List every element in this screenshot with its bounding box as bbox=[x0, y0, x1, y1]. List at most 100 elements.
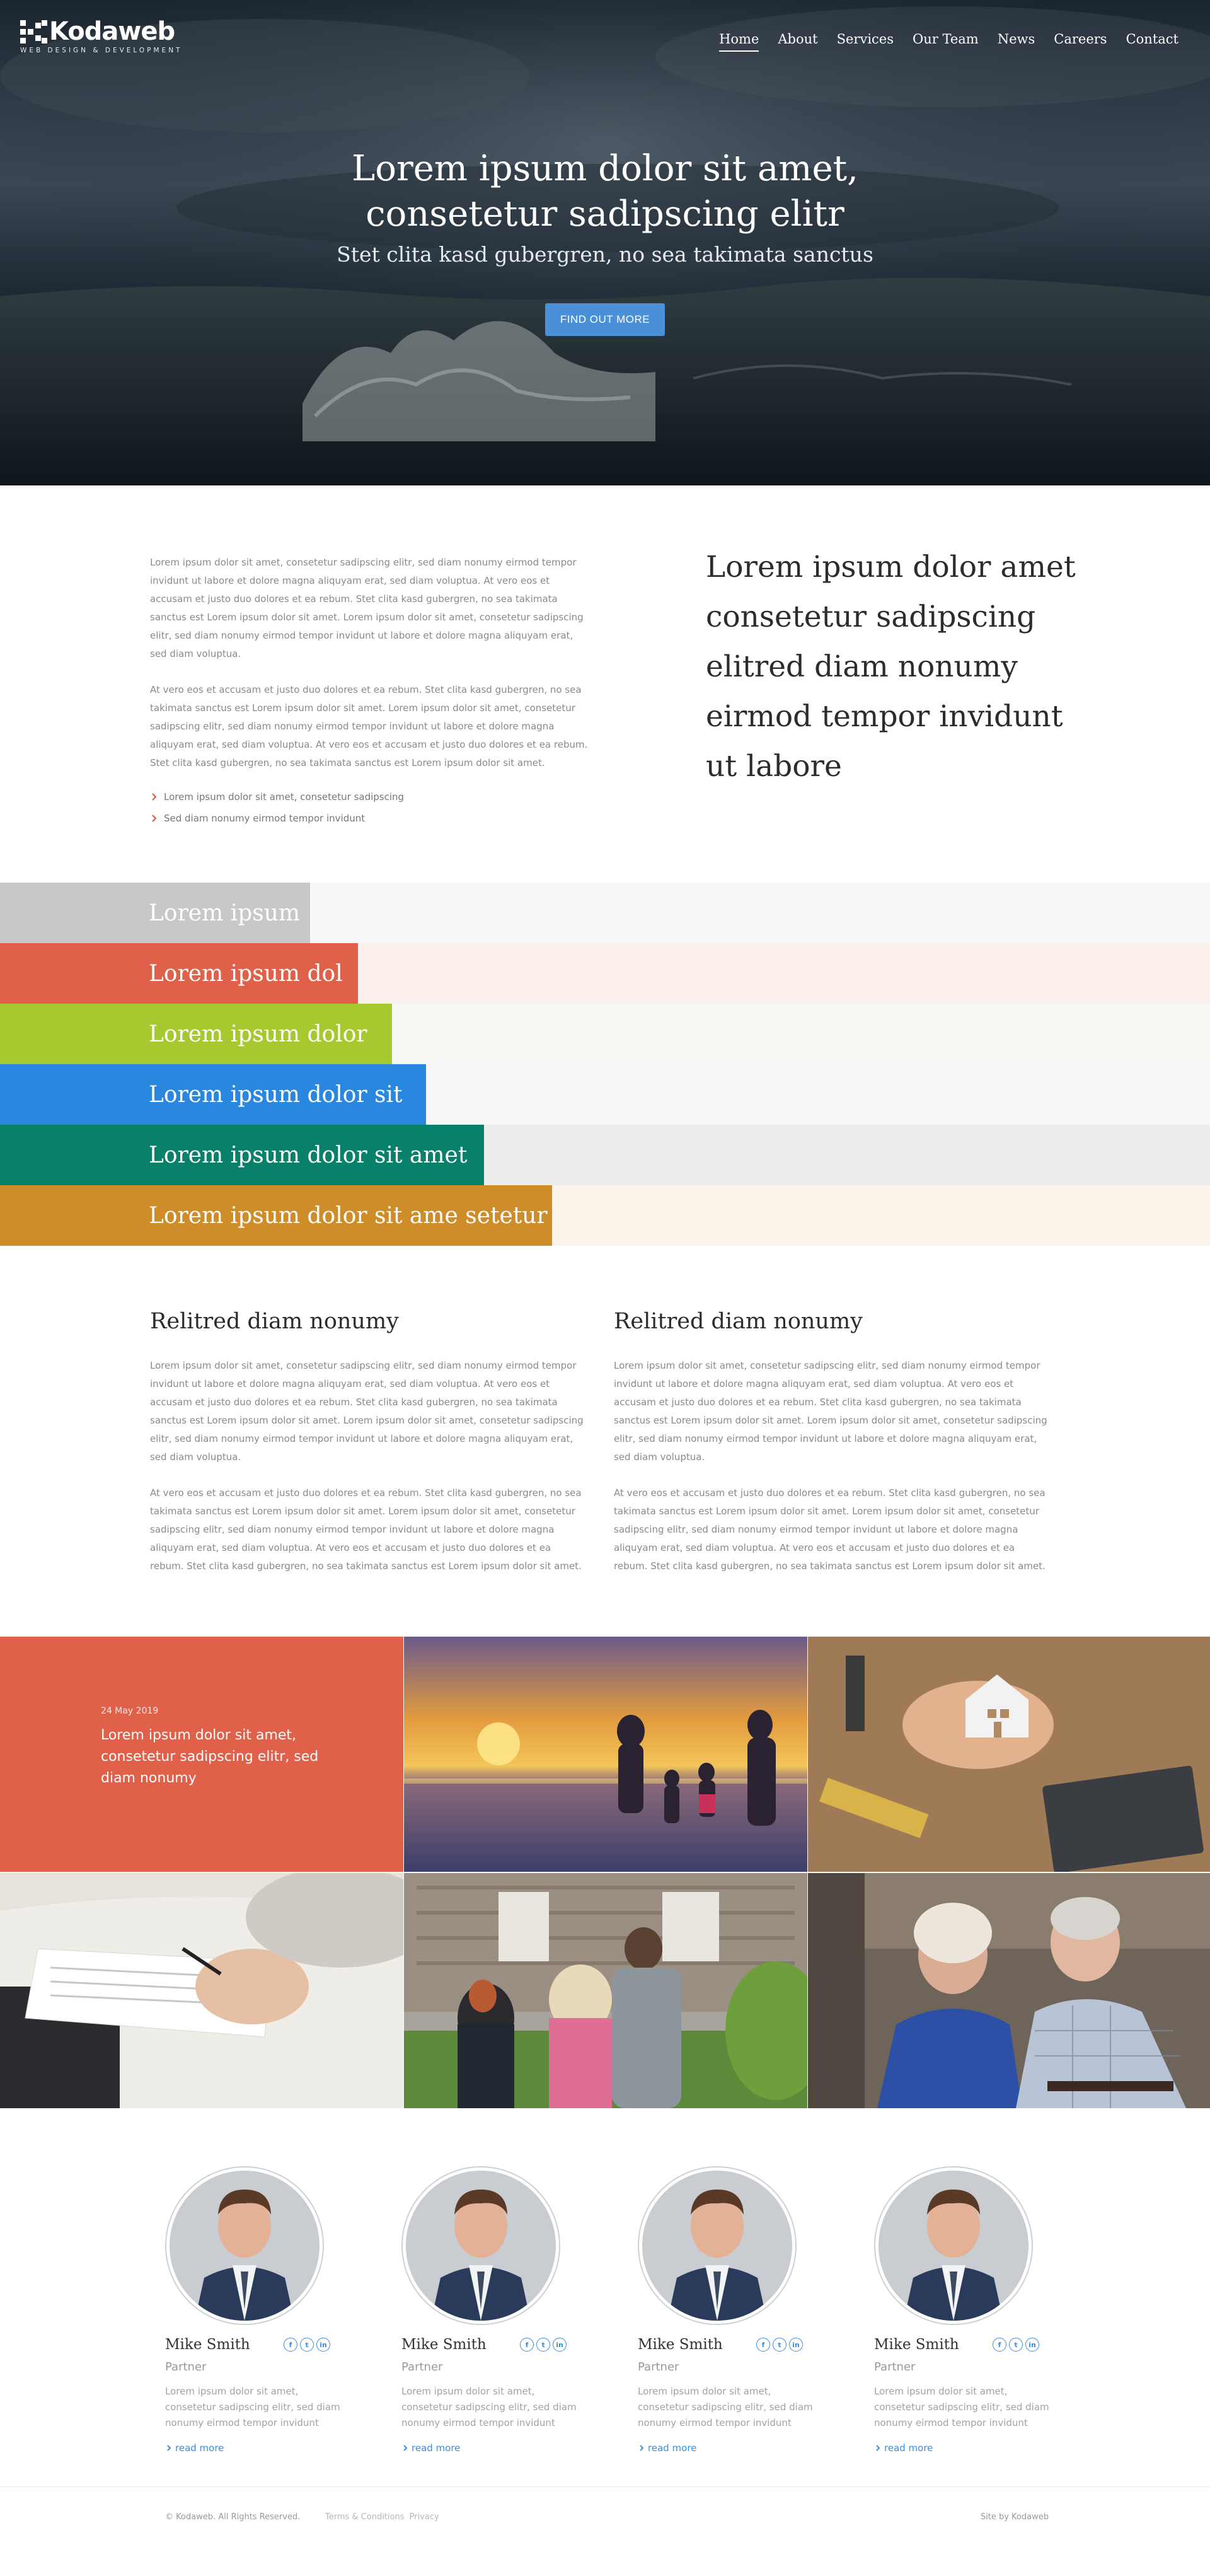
column-right: Relitred diam nonumy Lorem ipsum dolor s… bbox=[614, 1309, 1049, 1575]
column-heading: Relitred diam nonumy bbox=[150, 1309, 399, 1334]
footer-links: Terms & Conditions Privacy bbox=[325, 2512, 439, 2522]
bar-label: Lorem ipsum dolor sit ame setetur bbox=[149, 1202, 548, 1229]
linkedin-icon[interactable]: in bbox=[1025, 2338, 1039, 2352]
column-heading: Relitred diam nonumy bbox=[614, 1309, 863, 1334]
chevron-right-icon bbox=[152, 793, 157, 801]
read-more-label: read more bbox=[648, 2442, 697, 2454]
linkedin-icon[interactable]: in bbox=[553, 2338, 567, 2352]
column-left: Relitred diam nonumy Lorem ipsum dolor s… bbox=[150, 1309, 585, 1575]
find-out-more-button[interactable]: FIND OUT MORE bbox=[544, 303, 666, 336]
linkedin-icon[interactable]: in bbox=[789, 2338, 803, 2352]
intro-paragraph-1: Lorem ipsum dolor sit amet, consetetur s… bbox=[150, 557, 584, 659]
nav-item-careers[interactable]: Careers bbox=[1054, 32, 1107, 52]
member-name: Mike Smith bbox=[401, 2336, 487, 2353]
twitter-icon[interactable]: t bbox=[536, 2338, 550, 2352]
social-links: f t in bbox=[284, 2338, 330, 2352]
hero-title: Lorem ipsum dolor sit amet, consetetur s… bbox=[0, 146, 1210, 237]
intro-section: Lorem ipsum dolor sit amet, consetetur s… bbox=[0, 485, 1210, 883]
hero-section: Kodaweb WEB DESIGN & DEVELOPMENT Home Ab… bbox=[0, 0, 1210, 485]
member-bio: Lorem ipsum dolor sit amet, consetetur s… bbox=[401, 2386, 577, 2428]
read-more-link[interactable]: read more bbox=[638, 2442, 827, 2454]
social-links: f t in bbox=[520, 2338, 567, 2352]
facebook-icon[interactable]: f bbox=[520, 2338, 534, 2352]
person-portrait-image bbox=[879, 2171, 1028, 2321]
member-bio: Lorem ipsum dolor sit amet, consetetur s… bbox=[874, 2386, 1049, 2428]
list-item: Sed diam nonumy eirmod tempor invidunt bbox=[150, 808, 591, 829]
social-links: f t in bbox=[756, 2338, 803, 2352]
read-more-link[interactable]: read more bbox=[874, 2442, 1063, 2454]
team-member-card: Mike Smith f t in Partner Lorem ipsum do… bbox=[401, 2166, 591, 2454]
nav-item-services[interactable]: Services bbox=[837, 32, 894, 52]
bar-row-4: Lorem ipsum dolor sit bbox=[0, 1064, 1210, 1125]
member-role: Partner bbox=[638, 2360, 679, 2374]
column-paragraph-2: At vero eos et accusam et justo duo dolo… bbox=[150, 1487, 582, 1572]
read-more-link[interactable]: read more bbox=[165, 2442, 354, 2454]
site-credit[interactable]: Site by Kodaweb bbox=[981, 2512, 1049, 2522]
kodaweb-logo[interactable]: Kodaweb WEB DESIGN & DEVELOPMENT bbox=[20, 17, 197, 57]
news-tile[interactable]: 24 May 2019 Lorem ipsum dolor sit amet, … bbox=[0, 1637, 403, 1872]
member-name: Mike Smith bbox=[638, 2336, 723, 2353]
twitter-icon[interactable]: t bbox=[773, 2338, 786, 2352]
privacy-link[interactable]: Privacy bbox=[410, 2512, 439, 2522]
intro-text: Lorem ipsum dolor sit amet, consetetur s… bbox=[150, 554, 591, 829]
two-column-section: Relitred diam nonumy Lorem ipsum dolor s… bbox=[0, 1246, 1210, 1637]
terms-link[interactable]: Terms & Conditions bbox=[325, 2512, 405, 2522]
bar-row-6: Lorem ipsum dolor sit ame setetur bbox=[0, 1185, 1210, 1246]
news-date: 24 May 2019 bbox=[101, 1706, 159, 1716]
twitter-icon[interactable]: t bbox=[1009, 2338, 1023, 2352]
progress-bars-section: Lorem ipsum Lorem ipsum dol Lorem ipsum … bbox=[0, 883, 1210, 1246]
member-name: Mike Smith bbox=[165, 2336, 250, 2353]
team-section: Mike Smith f t in Partner Lorem ipsum do… bbox=[0, 2108, 1210, 2486]
gallery-image-house-keys[interactable] bbox=[808, 1637, 1210, 1872]
bar-label: Lorem ipsum dolor bbox=[149, 1021, 367, 1047]
chevron-right-icon bbox=[152, 815, 157, 822]
linkedin-icon[interactable]: in bbox=[316, 2338, 330, 2352]
person-portrait-image bbox=[406, 2171, 556, 2321]
hero-title-line-2: consetetur sadipscing elitr bbox=[366, 194, 844, 235]
facebook-icon[interactable]: f bbox=[756, 2338, 770, 2352]
bar-fill: Lorem ipsum dolor sit amet bbox=[0, 1125, 484, 1185]
site-footer: © Kodaweb. All Rights Reserved. Terms & … bbox=[0, 2486, 1210, 2542]
facebook-icon[interactable]: f bbox=[993, 2338, 1006, 2352]
person-portrait-image bbox=[642, 2171, 792, 2321]
gallery-image-signing[interactable] bbox=[0, 1873, 403, 2108]
nav-item-our-team[interactable]: Our Team bbox=[913, 32, 979, 52]
nav-item-contact[interactable]: Contact bbox=[1126, 32, 1178, 52]
bullet-text: Sed diam nonumy eirmod tempor invidunt bbox=[164, 813, 366, 824]
bar-fill: Lorem ipsum dol bbox=[0, 943, 358, 1004]
twitter-icon[interactable]: t bbox=[300, 2338, 314, 2352]
nav-item-news[interactable]: News bbox=[998, 32, 1035, 52]
bar-label: Lorem ipsum dolor sit amet bbox=[149, 1142, 468, 1168]
nav-item-about[interactable]: About bbox=[778, 32, 817, 52]
chevron-right-icon bbox=[167, 2445, 171, 2451]
family-beach-sunset-image bbox=[404, 1637, 807, 1872]
bar-fill: Lorem ipsum dolor bbox=[0, 1004, 392, 1064]
member-role: Partner bbox=[401, 2360, 443, 2374]
member-name: Mike Smith bbox=[874, 2336, 959, 2353]
member-bio: Lorem ipsum dolor sit amet, consetetur s… bbox=[638, 2386, 813, 2428]
social-links: f t in bbox=[993, 2338, 1039, 2352]
chevron-right-icon bbox=[876, 2445, 880, 2451]
chevron-right-icon bbox=[403, 2445, 408, 2451]
team-member-card: Mike Smith f t in Partner Lorem ipsum do… bbox=[165, 2166, 354, 2454]
top-navigation: Kodaweb WEB DESIGN & DEVELOPMENT Home Ab… bbox=[0, 0, 1210, 82]
list-item: Lorem ipsum dolor sit amet, consetetur s… bbox=[150, 786, 591, 808]
facebook-icon[interactable]: f bbox=[284, 2338, 297, 2352]
gallery-image-family-house[interactable] bbox=[404, 1873, 807, 2108]
copyright-text: © Kodaweb. All Rights Reserved. bbox=[165, 2512, 301, 2522]
read-more-link[interactable]: read more bbox=[401, 2442, 591, 2454]
gallery-image-senior-couple[interactable] bbox=[808, 1873, 1210, 2108]
bullet-text: Lorem ipsum dolor sit amet, consetetur s… bbox=[164, 791, 405, 803]
person-portrait-image bbox=[170, 2171, 320, 2321]
gallery-image-family-beach[interactable] bbox=[404, 1637, 807, 1872]
logo-mark-icon bbox=[20, 20, 47, 44]
avatar bbox=[401, 2166, 560, 2325]
house-key-desk-image bbox=[808, 1637, 1210, 1872]
member-role: Partner bbox=[874, 2360, 916, 2374]
senior-couple-image bbox=[808, 1873, 1210, 2108]
column-paragraph-1: Lorem ipsum dolor sit amet, consetetur s… bbox=[614, 1360, 1047, 1463]
nav-item-home[interactable]: Home bbox=[719, 32, 759, 52]
bar-label: Lorem ipsum dolor sit bbox=[149, 1081, 403, 1108]
news-title[interactable]: Lorem ipsum dolor sit amet, consetetur s… bbox=[101, 1725, 340, 1789]
team-member-card: Mike Smith f t in Partner Lorem ipsum do… bbox=[638, 2166, 827, 2454]
